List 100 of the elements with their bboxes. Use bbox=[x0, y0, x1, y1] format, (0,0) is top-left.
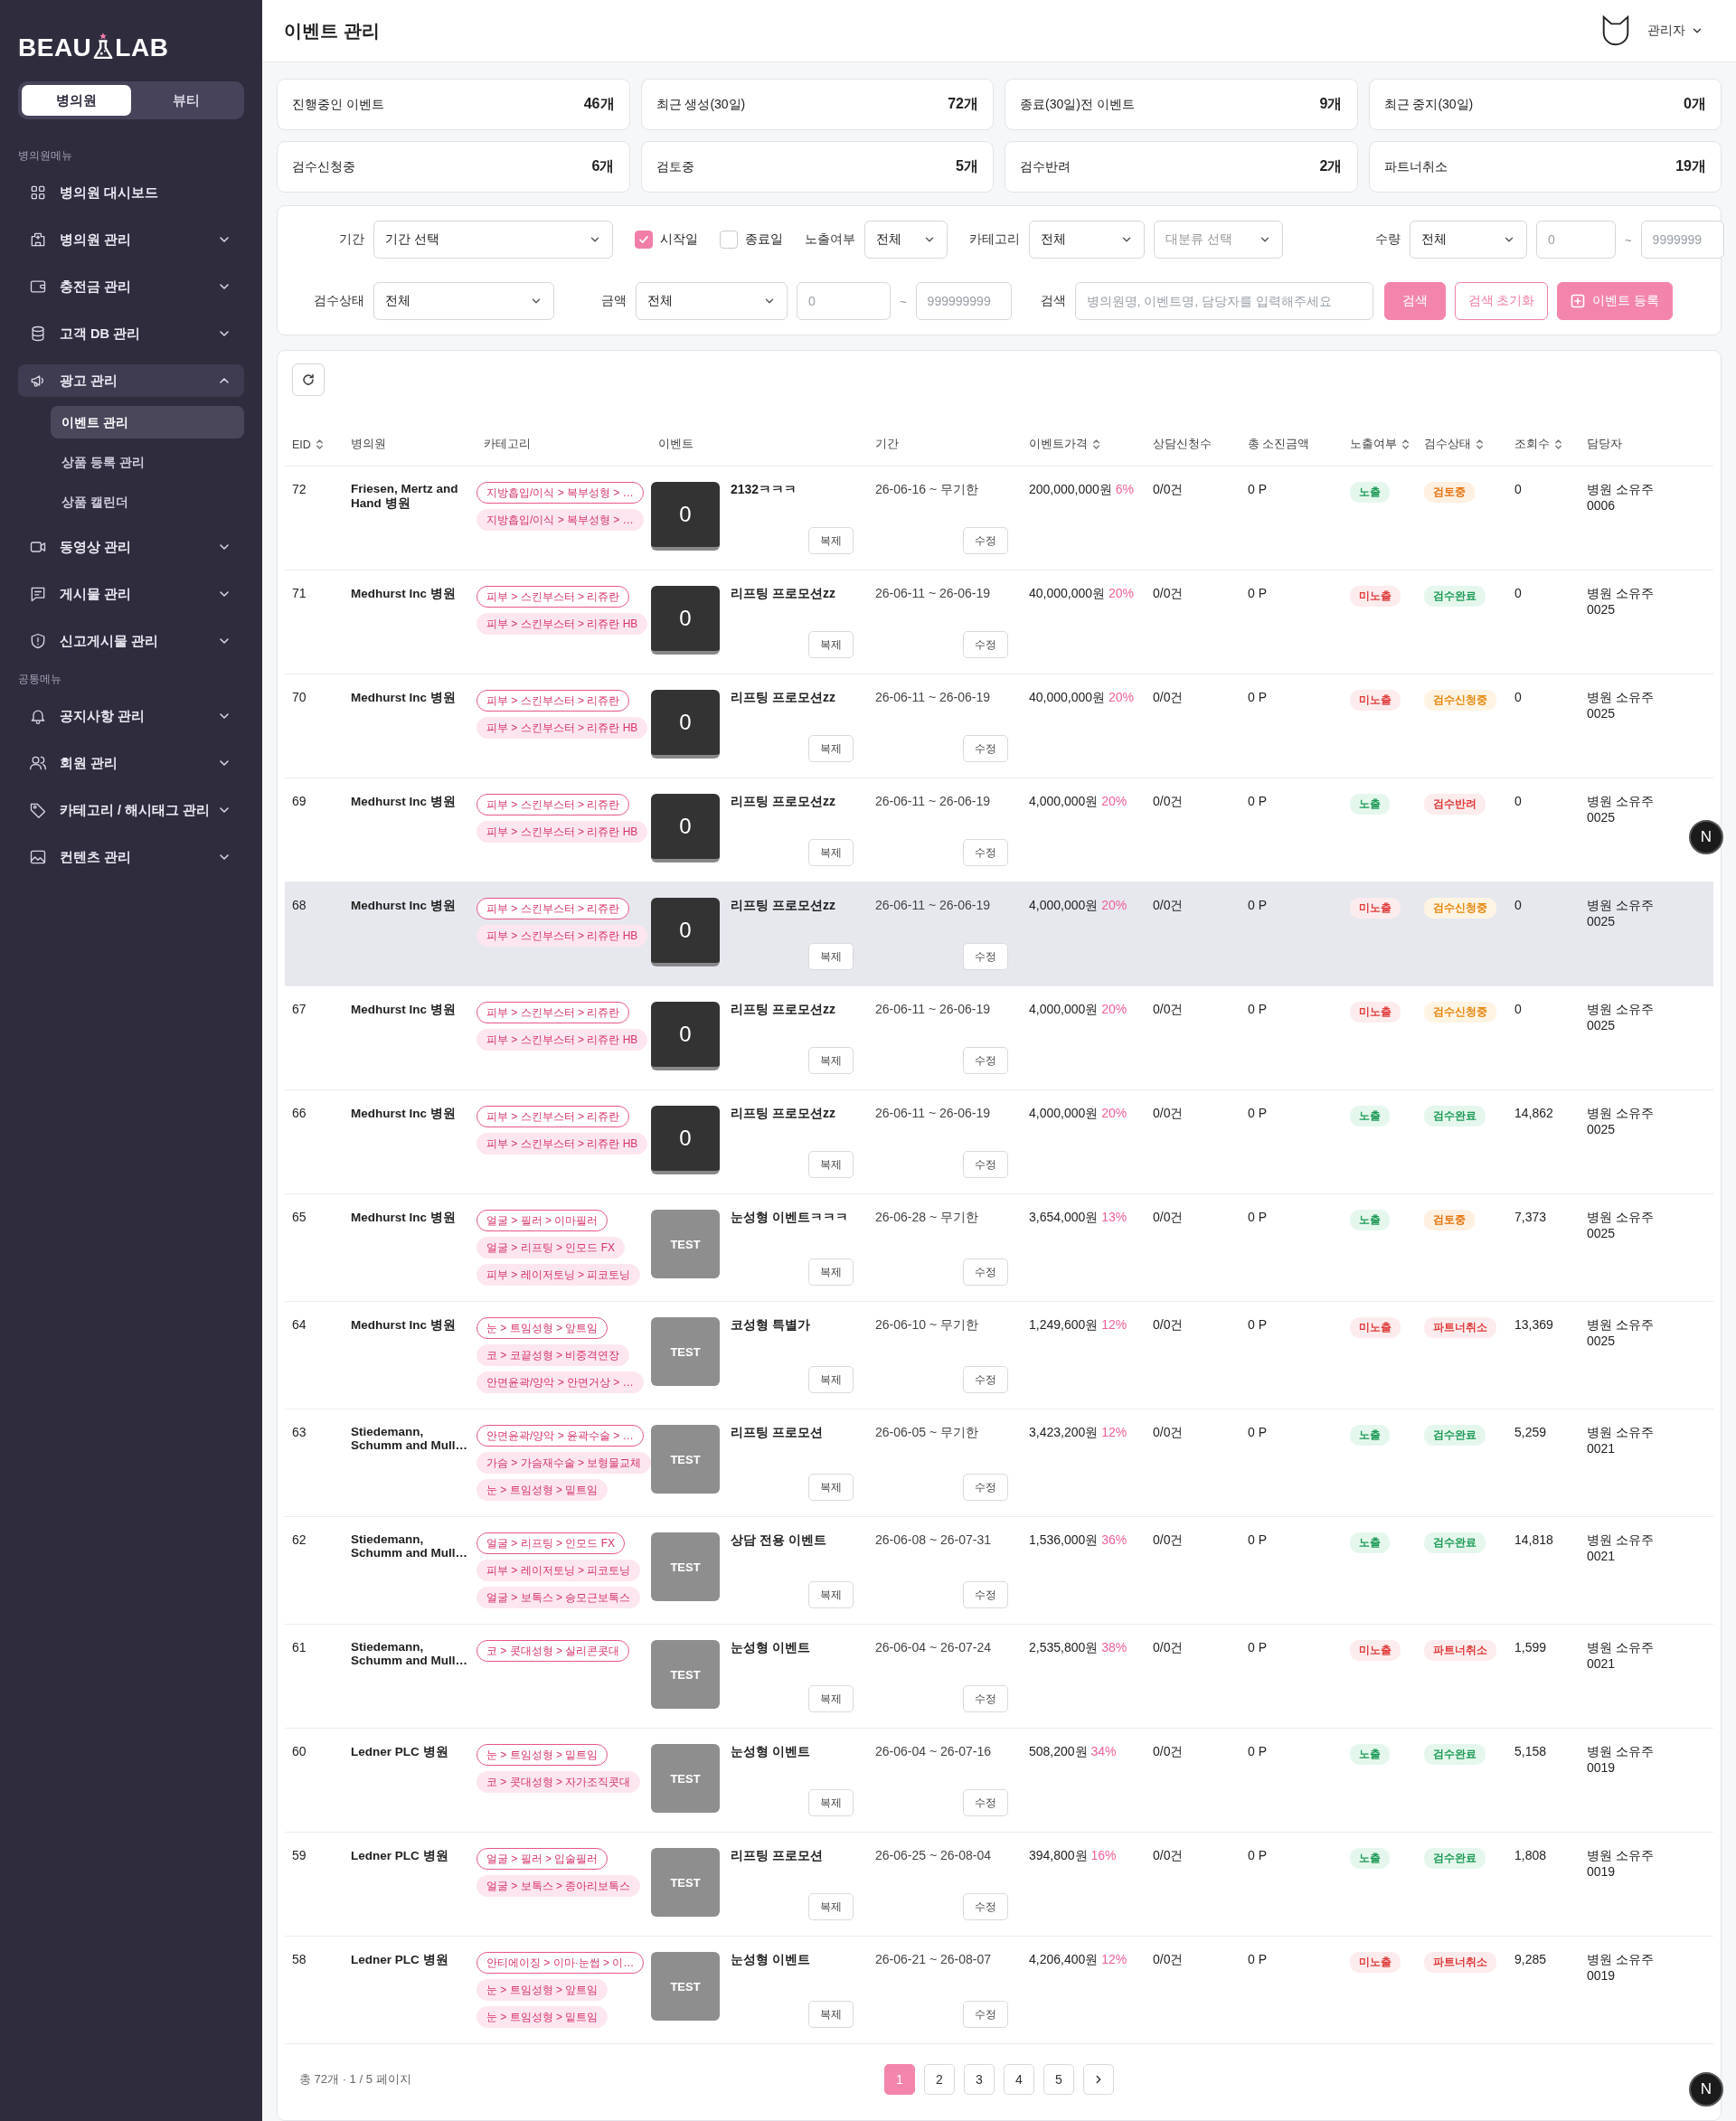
sidebar-subitem[interactable]: 이벤트 관리 bbox=[51, 406, 244, 438]
amount-select[interactable]: 전체 bbox=[636, 282, 788, 320]
sidebar-item[interactable]: 병의원 관리 bbox=[18, 223, 244, 256]
copy-button[interactable]: 복제 bbox=[808, 631, 854, 658]
edit-button[interactable]: 수정 bbox=[963, 1893, 1008, 1920]
sidebar-subitem[interactable]: 상품 등록 관리 bbox=[51, 446, 244, 478]
sidebar-item[interactable]: 충전금 관리 bbox=[18, 270, 244, 303]
copy-button[interactable]: 복제 bbox=[808, 1047, 854, 1074]
copy-button[interactable]: 복제 bbox=[808, 1893, 854, 1920]
edit-button[interactable]: 수정 bbox=[963, 527, 1008, 554]
event-thumbnail: TEST bbox=[651, 1848, 720, 1917]
consultation-count: 0/0건 bbox=[1153, 482, 1184, 498]
view-count: 7,373 bbox=[1514, 1210, 1547, 1224]
segment-tab[interactable]: 병의원 bbox=[22, 85, 131, 116]
refresh-button[interactable] bbox=[292, 363, 325, 396]
max-quantity-field[interactable]: 9999999 bbox=[1640, 221, 1724, 259]
sort-icon bbox=[1401, 438, 1410, 450]
edit-button[interactable]: 수정 bbox=[963, 2001, 1008, 2028]
edit-button[interactable]: 수정 bbox=[963, 1685, 1008, 1712]
consultation-count: 0/0건 bbox=[1153, 1002, 1184, 1018]
column-header[interactable]: 조회수 bbox=[1507, 437, 1566, 452]
copy-button[interactable]: 복제 bbox=[808, 1474, 854, 1501]
sidebar-item[interactable]: 게시물 관리 bbox=[18, 578, 244, 610]
edit-button[interactable]: 수정 bbox=[963, 1474, 1008, 1501]
next-page-button[interactable] bbox=[1083, 2064, 1114, 2095]
exposure-select[interactable]: 전체 bbox=[864, 221, 948, 259]
min-quantity-field[interactable]: 0 bbox=[1536, 221, 1616, 259]
sidebar-item[interactable]: 고객 DB 관리 bbox=[18, 317, 244, 350]
event-name: 눈성형 이벤트 bbox=[731, 1952, 810, 1968]
copy-button[interactable]: 복제 bbox=[808, 2001, 854, 2028]
event-price: 4,000,000원 20% bbox=[1029, 1106, 1127, 1122]
edit-button[interactable]: 수정 bbox=[963, 1581, 1008, 1608]
users-icon bbox=[29, 754, 47, 772]
message-icon bbox=[29, 585, 47, 603]
segment-tab[interactable]: 뷰티 bbox=[131, 85, 241, 116]
edit-button[interactable]: 수정 bbox=[963, 839, 1008, 866]
hospital-name: Friesen, Mertz and Hand 병원 bbox=[351, 482, 459, 512]
stat-label: 종료(30일)전 이벤트 bbox=[1020, 96, 1135, 113]
category-tag: 얼굴 > 보톡스 > 종아리보톡스 bbox=[476, 1875, 641, 1897]
column-header[interactable]: EID bbox=[285, 438, 327, 451]
copy-button[interactable]: 복제 bbox=[808, 1366, 854, 1393]
page-button[interactable]: 4 bbox=[1004, 2064, 1034, 2095]
edit-button[interactable]: 수정 bbox=[963, 1789, 1008, 1816]
copy-button[interactable]: 복제 bbox=[808, 527, 854, 554]
copy-button[interactable]: 복제 bbox=[808, 1581, 854, 1608]
event-id: 65 bbox=[292, 1210, 307, 1224]
edit-button[interactable]: 수정 bbox=[963, 631, 1008, 658]
manager-name: 병원 소유주 0025 bbox=[1587, 898, 1655, 929]
sidebar-subitem[interactable]: 상품 캘린더 bbox=[51, 485, 244, 518]
edit-button[interactable]: 수정 bbox=[963, 1258, 1008, 1286]
event-name: 리프팅 프로모션 bbox=[731, 1425, 823, 1441]
view-count: 0 bbox=[1514, 482, 1522, 496]
sidebar-item[interactable]: 카테고리 / 해시태그 관리 bbox=[18, 794, 244, 826]
spent-points: 0 P bbox=[1248, 1106, 1267, 1120]
sidebar-item[interactable]: 공지사항 관리 bbox=[18, 700, 244, 732]
copy-button[interactable]: 복제 bbox=[808, 1151, 854, 1178]
manager-name: 병원 소유주 0025 bbox=[1587, 690, 1655, 721]
copy-button[interactable]: 복제 bbox=[808, 1685, 854, 1712]
filter-label: 노출여부 bbox=[804, 231, 855, 248]
sidebar-item[interactable]: 컨텐츠 관리 bbox=[18, 841, 244, 873]
search-field[interactable]: 병의원명, 이벤트명, 담당자를 입력해주세요 bbox=[1074, 282, 1373, 320]
page-button[interactable]: 5 bbox=[1043, 2064, 1074, 2095]
spent-points: 0 P bbox=[1248, 586, 1267, 600]
checkbox[interactable] bbox=[635, 231, 653, 249]
edit-button[interactable]: 수정 bbox=[963, 1366, 1008, 1393]
column-header[interactable]: 노출여부 bbox=[1343, 437, 1413, 452]
edit-button[interactable]: 수정 bbox=[963, 735, 1008, 762]
copy-button[interactable]: 복제 bbox=[808, 839, 854, 866]
sidebar-item[interactable]: 동영상 관리 bbox=[18, 531, 244, 563]
sidebar-item[interactable]: 광고 관리 bbox=[18, 364, 244, 397]
min-amount-field[interactable]: 0 bbox=[797, 282, 891, 320]
event-id: 60 bbox=[292, 1744, 307, 1758]
quantity-select[interactable]: 전체 bbox=[1410, 221, 1527, 259]
checkbox[interactable] bbox=[720, 231, 738, 249]
column-header[interactable]: 이벤트가격 bbox=[1022, 437, 1104, 452]
column-header: 이벤트 bbox=[657, 437, 694, 452]
period-select[interactable]: 기간 선택 bbox=[373, 221, 613, 259]
copy-button[interactable]: 복제 bbox=[808, 1789, 854, 1816]
page-button[interactable]: 3 bbox=[964, 2064, 995, 2095]
edit-button[interactable]: 수정 bbox=[963, 1151, 1008, 1178]
sidebar-item[interactable]: 신고게시물 관리 bbox=[18, 625, 244, 657]
category-select[interactable]: 전체 bbox=[1029, 221, 1145, 259]
copy-button[interactable]: 복제 bbox=[808, 1258, 854, 1286]
column-header[interactable]: 검수상태 bbox=[1417, 437, 1487, 452]
sidebar-item[interactable]: 병의원 대시보드 bbox=[18, 176, 244, 209]
event-name: 리프팅 프로모션zz bbox=[731, 586, 835, 602]
copy-button[interactable]: 복제 bbox=[808, 943, 854, 970]
category-tag: 피부 > 레이저토닝 > 피코토닝 bbox=[476, 1560, 641, 1581]
user-menu[interactable]: 관리자 bbox=[1642, 22, 1709, 40]
hospital-name: Medhurst Inc 병원 bbox=[351, 690, 456, 706]
copy-button[interactable]: 복제 bbox=[808, 735, 854, 762]
edit-button[interactable]: 수정 bbox=[963, 943, 1008, 970]
exposure-badge: 노출 bbox=[1350, 1210, 1390, 1230]
category-tag: 가슴 > 가슴재수술 > 보형물교체 bbox=[476, 1452, 652, 1474]
sidebar-item[interactable]: 회원 관리 bbox=[18, 747, 244, 779]
edit-button[interactable]: 수정 bbox=[963, 1047, 1008, 1074]
max-amount-field[interactable]: 999999999 bbox=[915, 282, 1012, 320]
column-header: 담당자 bbox=[1586, 437, 1623, 452]
review-status-select[interactable]: 전체 bbox=[373, 282, 554, 320]
page-button[interactable]: 2 bbox=[924, 2064, 955, 2095]
